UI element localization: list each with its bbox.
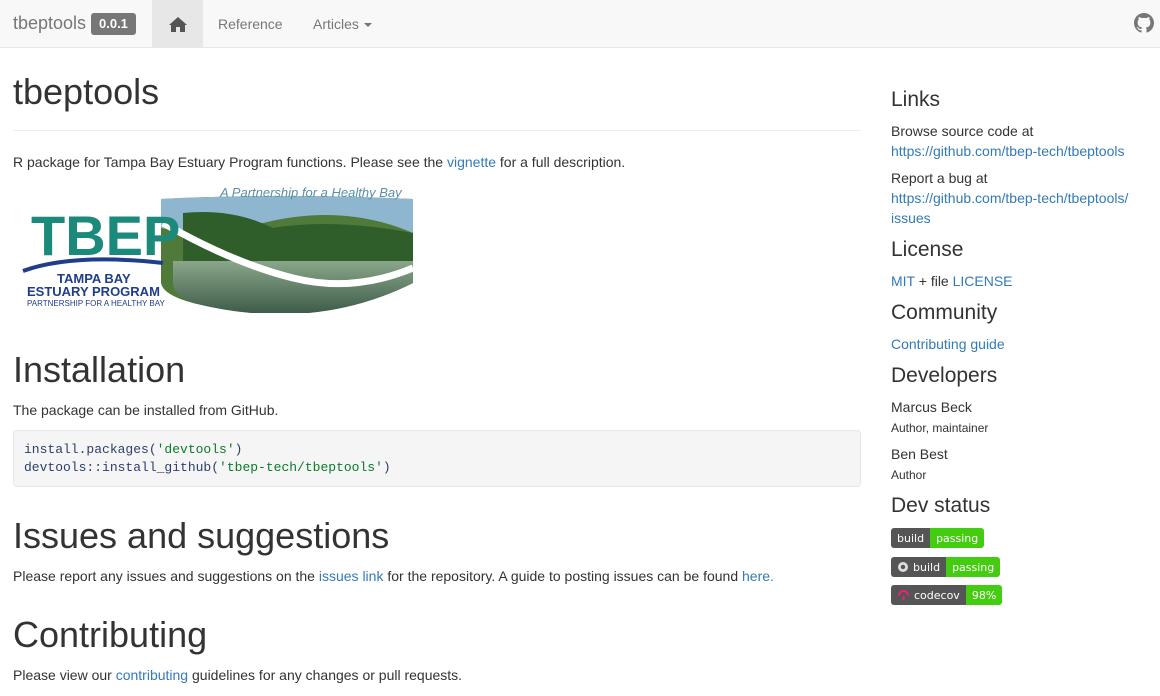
- appveyor-icon: [898, 562, 908, 572]
- badge-right: passing: [946, 557, 1001, 577]
- badge-left-wrap: codecov: [891, 585, 966, 605]
- build-badge-appveyor[interactable]: build passing: [891, 557, 1001, 577]
- github-icon: [1134, 13, 1154, 33]
- issues-text-mid: for the repository. A guide to posting i…: [383, 568, 742, 584]
- installation-heading: Installation: [13, 349, 186, 390]
- report-bug-link[interactable]: https://github.com/tbep-tech/tbeptools/: [891, 188, 1128, 208]
- codecov-icon: [898, 590, 909, 600]
- browse-source-link[interactable]: https://github.com/tbep-tech/tbeptools: [891, 141, 1124, 161]
- issues-heading: Issues and suggestions: [13, 515, 390, 556]
- devstatus-heading: Dev status: [891, 494, 991, 517]
- contributing-suffix: guidelines for any changes or pull reque…: [188, 667, 463, 683]
- installation-text: The package can be installed from GitHub…: [13, 402, 279, 418]
- license-mit-link[interactable]: MIT: [891, 273, 915, 289]
- codecov-badge[interactable]: codecov 98%: [891, 585, 1003, 605]
- report-bug-text: Report a bug at: [891, 170, 988, 186]
- issues-text: Please report any issues and suggestions…: [13, 568, 319, 584]
- intro-text: R package for Tampa Bay Estuary Program …: [13, 154, 447, 170]
- dev2-role: Author: [891, 468, 927, 482]
- badge-left-wrap: build: [891, 557, 947, 577]
- dev1-role: Author, maintainer: [891, 421, 989, 435]
- logo-line3: PARTNERSHIP FOR A HEALTHY BAY: [27, 299, 165, 308]
- build-badge-travis[interactable]: build passing: [891, 528, 985, 548]
- badge-left: build: [891, 528, 931, 548]
- logo-tagline: A Partnership for a Healthy Bay: [219, 185, 403, 200]
- code-line-1: install.packages('devtools'): [24, 442, 243, 457]
- dev2-name: Ben Best: [891, 446, 948, 462]
- title-divider: [13, 130, 861, 131]
- intro-paragraph: R package for Tampa Bay Estuary Program …: [13, 152, 625, 172]
- vignette-link[interactable]: vignette: [447, 154, 496, 170]
- links-heading: Links: [891, 88, 941, 111]
- community-heading: Community: [891, 301, 998, 324]
- badge-left: build: [913, 560, 941, 574]
- navbar: tbeptools 0.0.1 Reference Articles: [0, 0, 1160, 48]
- home-nav-button[interactable]: [152, 0, 203, 48]
- badge-left: codecov: [914, 588, 960, 602]
- install-code-block[interactable]: install.packages('devtools') devtools::i…: [13, 430, 861, 487]
- contributing-guide-link[interactable]: Contributing guide: [891, 334, 1005, 354]
- dev1-name: Marcus Beck: [891, 399, 972, 415]
- page-title: tbeptools: [13, 71, 160, 112]
- intro-suffix: for a full description.: [496, 154, 626, 170]
- report-bug-link-cont[interactable]: issues: [891, 208, 931, 228]
- issues-paragraph: Please report any issues and suggestions…: [13, 566, 774, 586]
- nav-reference[interactable]: Reference: [218, 15, 283, 33]
- nav-articles-dropdown[interactable]: Articles: [313, 15, 372, 33]
- caret-down-icon: [363, 23, 372, 28]
- contributing-text: Please view our: [13, 667, 116, 683]
- license-heading: License: [891, 238, 964, 261]
- contributing-heading: Contributing: [13, 614, 208, 655]
- license-line: MIT + file LICENSE: [891, 271, 1013, 291]
- brand-link[interactable]: tbeptools: [13, 12, 86, 34]
- github-link[interactable]: [1134, 13, 1154, 36]
- logo-line2: ESTUARY PROGRAM: [27, 284, 160, 299]
- license-file-link[interactable]: LICENSE: [953, 273, 1013, 289]
- contributing-link[interactable]: contributing: [116, 667, 188, 683]
- developers-heading: Developers: [891, 364, 998, 387]
- contributing-paragraph: Please view our contributing guidelines …: [13, 665, 462, 685]
- browse-source-text: Browse source code at: [891, 123, 1034, 139]
- home-icon: [168, 16, 187, 32]
- issues-link[interactable]: issues link: [319, 568, 384, 584]
- issues-guide-link[interactable]: here.: [742, 568, 774, 584]
- version-badge: 0.0.1: [91, 13, 136, 35]
- tbep-logo: TBEP TAMPA BAY ESTUARY PROGRAM PARTNERSH…: [22, 185, 413, 313]
- license-plus-text: + file: [914, 273, 953, 289]
- badge-right: passing: [930, 528, 985, 548]
- code-line-2: devtools::install_github('tbep-tech/tbep…: [24, 460, 391, 475]
- badge-right: 98%: [965, 585, 1003, 605]
- nav-articles-label: Articles: [313, 16, 359, 32]
